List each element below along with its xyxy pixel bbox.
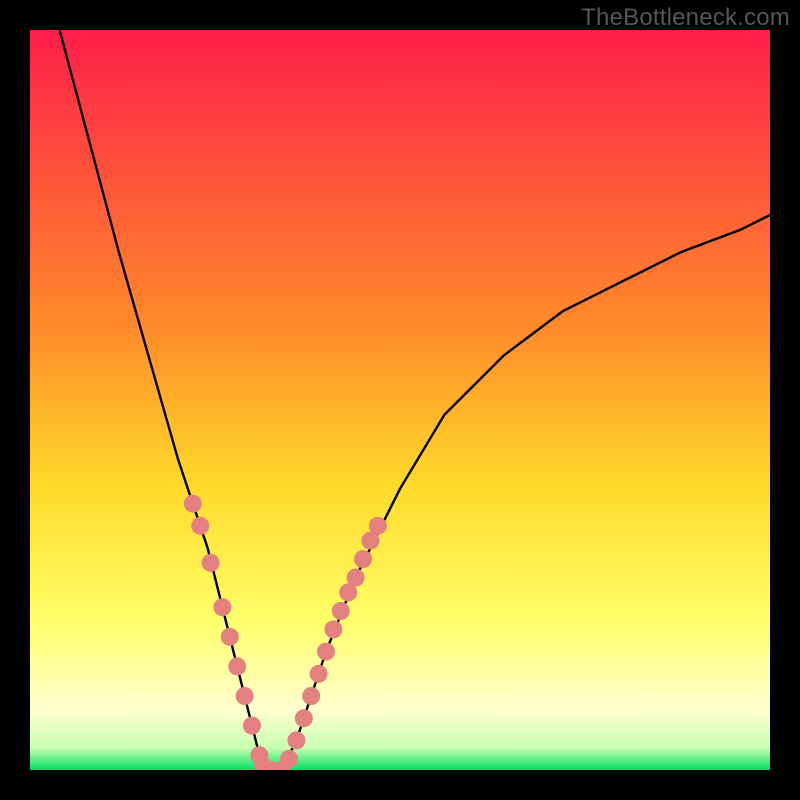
data-dot (295, 709, 313, 727)
gradient-background (30, 30, 770, 770)
data-dot (324, 620, 342, 638)
data-dot (191, 517, 209, 535)
data-dot (287, 731, 305, 749)
data-dot (213, 598, 231, 616)
data-dot (369, 517, 387, 535)
plot-area (30, 30, 770, 770)
data-dot (202, 554, 220, 572)
watermark-text: TheBottleneck.com (581, 4, 790, 32)
data-dot (228, 657, 246, 675)
data-dot (221, 628, 239, 646)
chart-container: TheBottleneck.com (0, 0, 800, 800)
data-dot (332, 602, 350, 620)
data-dot (347, 569, 365, 587)
data-dot (280, 750, 298, 768)
data-dot (317, 643, 335, 661)
bottleneck-chart (30, 30, 770, 770)
data-dot (310, 665, 328, 683)
data-dot (236, 687, 254, 705)
data-dot (184, 495, 202, 513)
data-dot (354, 550, 372, 568)
data-dot (243, 717, 261, 735)
data-dot (302, 687, 320, 705)
